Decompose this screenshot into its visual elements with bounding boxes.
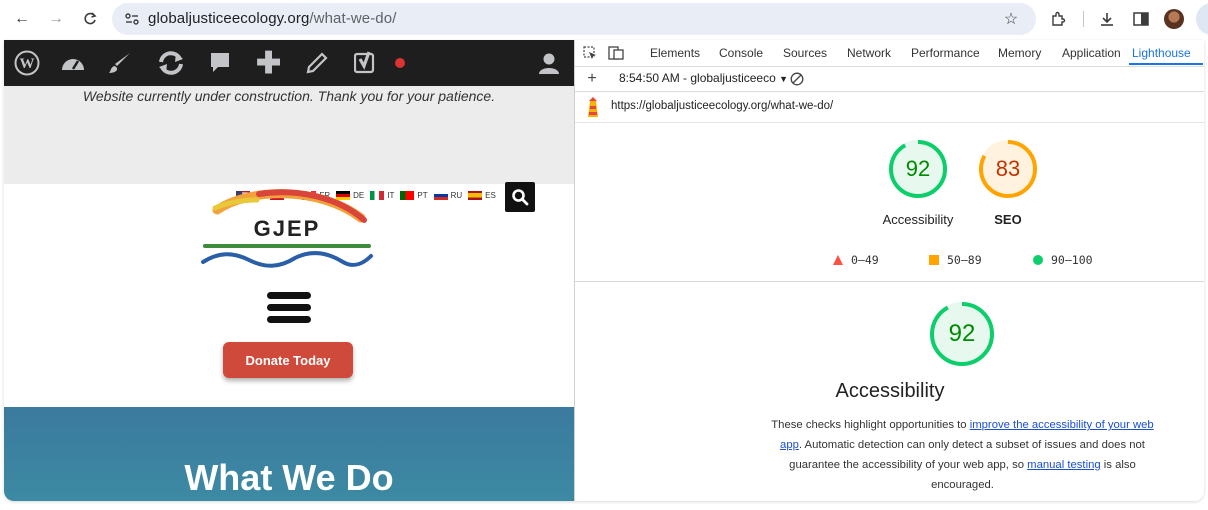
report-selector-label: 8:54:50 AM - globaljusticeeco: [619, 71, 776, 85]
forward-arrow-icon[interactable]: →: [44, 7, 68, 31]
wordpress-logo-icon[interactable]: W: [14, 48, 40, 78]
tab-memory[interactable]: Memory: [998, 46, 1041, 60]
lang-pt[interactable]: PT: [417, 191, 427, 200]
legend-pass: 90–100: [1033, 253, 1093, 267]
seo-status-dot-icon: [394, 48, 406, 78]
accessibility-section-score: 92: [948, 320, 976, 347]
device-toolbar-icon[interactable]: [607, 44, 625, 62]
legend-pass-range: 90–100: [1051, 253, 1093, 267]
lighthouse-logo-icon: [585, 97, 601, 122]
comments-icon[interactable]: [208, 48, 232, 78]
hero-title: What We Do: [184, 457, 394, 498]
side-panel-icon[interactable]: [1130, 8, 1152, 30]
seo-score-gauge[interactable]: 83: [978, 139, 1038, 199]
accessibility-score-value: 92: [905, 156, 931, 181]
tab-console[interactable]: Console: [719, 46, 763, 60]
site-search-button[interactable]: [505, 182, 535, 212]
yoast-seo-icon[interactable]: [354, 48, 378, 78]
page-viewport: W ✚ Website currently under construction…: [4, 40, 1204, 501]
customize-brush-icon[interactable]: [108, 48, 132, 78]
gjep-logo[interactable]: GJEP: [199, 188, 374, 274]
accessibility-section-title: Accessibility: [835, 380, 945, 402]
average-square-icon: [929, 255, 939, 265]
extensions-icon[interactable]: [1047, 8, 1069, 30]
bookmark-star-icon[interactable]: ☆: [1000, 8, 1022, 30]
legend-average-range: 50–89: [947, 253, 982, 267]
accessibility-section-gauge: 92: [929, 301, 995, 367]
audited-url-row: https://globaljusticeecology.org/what-we…: [575, 92, 1204, 123]
legend-average: 50–89: [929, 253, 982, 267]
report-selector[interactable]: 8:54:50 AM - globaljusticeeco ▼: [619, 71, 788, 85]
tab-elements[interactable]: Elements: [650, 46, 700, 60]
search-icon: [512, 189, 529, 206]
construction-notice: Website currently under construction. Th…: [82, 88, 496, 104]
back-arrow-icon[interactable]: ←: [10, 7, 34, 31]
dropdown-caret-icon: ▼: [779, 74, 789, 84]
url-domain: globaljusticeecology.org: [148, 10, 310, 27]
inspect-element-icon[interactable]: [581, 44, 599, 62]
reload-icon[interactable]: [78, 7, 102, 31]
ru-flag-icon[interactable]: [433, 191, 448, 200]
site-info-icon[interactable]: [122, 9, 142, 29]
pt-flag-icon[interactable]: [400, 191, 415, 200]
tab-sources[interactable]: Sources: [783, 46, 827, 60]
edit-pencil-icon[interactable]: [306, 48, 328, 78]
lighthouse-toolbar: + 8:54:50 AM - globaljusticeeco ▼: [575, 67, 1204, 92]
tab-lighthouse[interactable]: Lighthouse: [1132, 46, 1191, 60]
seo-score-label: SEO: [994, 212, 1022, 227]
lang-ru[interactable]: RU: [451, 191, 463, 200]
accessibility-description: These checks highlight opportunities to …: [770, 415, 1155, 495]
url-path: /what-we-do/: [309, 10, 397, 27]
donate-button[interactable]: Donate Today: [223, 342, 353, 378]
logo-text: GJEP: [254, 216, 321, 241]
devtools-panel: Elements Console Sources Network Perform…: [574, 40, 1204, 501]
legend-fail-range: 0–49: [851, 253, 879, 267]
toolbar-divider: [1083, 11, 1084, 27]
browser-toolbar: ← → globaljusticeecology.org/what-we-do/…: [0, 0, 1208, 38]
lang-it[interactable]: IT: [387, 191, 394, 200]
accessibility-score-label: Accessibility: [882, 212, 954, 227]
construction-notice-bar: Website currently under construction. Th…: [4, 86, 574, 212]
legend-fail: 0–49: [833, 253, 879, 267]
profile-avatar[interactable]: [1164, 9, 1184, 29]
dashboard-icon[interactable]: [60, 48, 86, 78]
new-content-icon[interactable]: ✚: [256, 47, 281, 80]
tab-application[interactable]: Application: [1062, 46, 1121, 60]
devtools-tab-bar: Elements Console Sources Network Perform…: [575, 40, 1204, 67]
updates-icon[interactable]: [156, 48, 186, 78]
es-flag-icon[interactable]: [468, 191, 483, 200]
url-text[interactable]: globaljusticeecology.org/what-we-do/: [148, 10, 396, 27]
manual-testing-link[interactable]: manual testing: [1027, 459, 1100, 471]
download-icon[interactable]: [1096, 8, 1118, 30]
hero-banner: What We Do: [4, 407, 574, 501]
seo-score-value: 83: [995, 156, 1021, 181]
menu-hamburger-icon[interactable]: [267, 292, 311, 324]
section-divider: [575, 281, 1204, 282]
wordpress-admin-bar: W ✚: [4, 40, 574, 86]
audited-url[interactable]: https://globaljusticeecology.org/what-we…: [611, 100, 833, 112]
tab-network[interactable]: Network: [847, 46, 891, 60]
pass-circle-icon: [1033, 255, 1043, 265]
new-report-plus-icon[interactable]: +: [583, 70, 601, 88]
profile-menu-button[interactable]: [1196, 3, 1208, 35]
user-account-icon[interactable]: [537, 48, 561, 78]
lang-es[interactable]: ES: [485, 191, 496, 200]
clear-reports-icon[interactable]: [788, 70, 806, 88]
active-tab-indicator: [1129, 63, 1203, 65]
svg-text:W: W: [20, 56, 35, 72]
fail-triangle-icon: [833, 255, 843, 265]
website-panel: W ✚ Website currently under construction…: [4, 40, 574, 501]
accessibility-score-gauge[interactable]: 92: [888, 139, 948, 199]
desc-part-1: These checks highlight opportunities to: [771, 419, 970, 431]
tab-performance[interactable]: Performance: [911, 46, 980, 60]
